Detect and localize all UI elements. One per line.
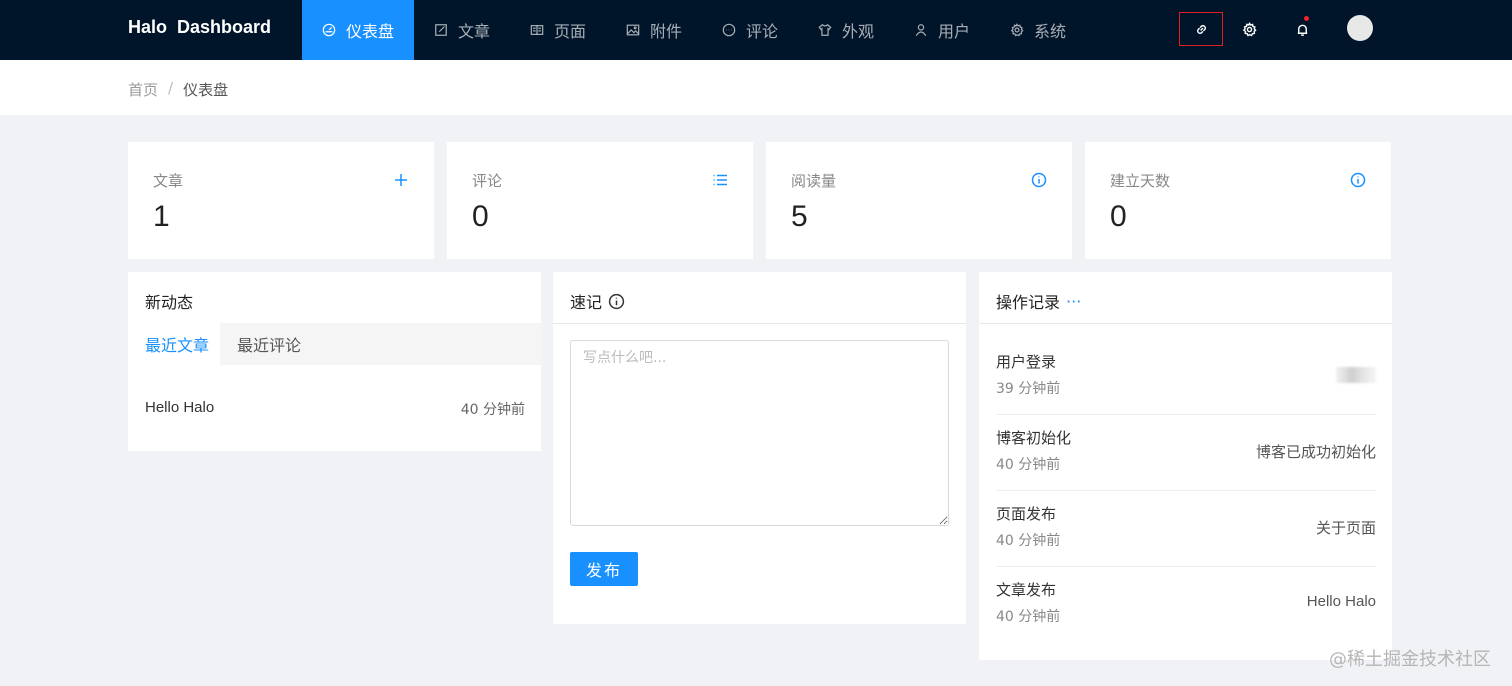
panel-title: 速记	[570, 289, 625, 313]
bell-icon	[1297, 24, 1307, 36]
memo-title: 速记	[570, 293, 603, 312]
memo-panel: 速记 发布	[553, 272, 966, 624]
main-nav: 仪表盘 文章 页面 附件 评论 外观 用户 系统	[302, 0, 1086, 60]
log-item: 页面发布 40 分钟前 关于页面	[996, 491, 1376, 567]
log-time: 40 分钟前	[996, 533, 1061, 549]
breadcrumb-home[interactable]: 首页	[128, 79, 158, 100]
nav-item-attachments[interactable]: 附件	[606, 0, 702, 60]
log-target: 博客已成功初始化	[1255, 444, 1376, 461]
nav-item-appearance[interactable]: 外观	[798, 0, 894, 60]
plus-icon[interactable]	[393, 172, 409, 188]
nav-label: 文章	[457, 22, 490, 41]
nav-label: 附件	[649, 22, 682, 41]
nav-label: 外观	[841, 22, 874, 41]
tab-recent-posts[interactable]: 最近文章	[128, 323, 220, 365]
nav-label: 评论	[745, 22, 778, 41]
stat-label: 文章	[153, 172, 184, 190]
log-time: 40 分钟前	[996, 457, 1061, 473]
activity-tabs: 最近文章 最近评论	[128, 323, 541, 365]
watermark: @稀土掘金技术社区	[1329, 649, 1491, 670]
dashboard-icon	[322, 23, 336, 37]
skin-icon	[818, 23, 832, 36]
settings-button[interactable]	[1227, 12, 1271, 46]
unordered-list-icon[interactable]	[712, 172, 728, 188]
stat-card-comments: 评论 0	[447, 142, 753, 259]
top-navbar: Halo Dashboard 仪表盘 文章 页面 附件 评论 外观 用户 系统	[0, 0, 1512, 60]
stat-label: 评论	[472, 172, 503, 190]
log-item: 博客初始化 40 分钟前 博客已成功初始化	[996, 415, 1376, 491]
divider	[553, 323, 966, 324]
user-icon	[915, 24, 927, 37]
message-icon	[722, 23, 736, 37]
log-action: 博客初始化	[996, 429, 1072, 447]
nav-item-posts[interactable]: 文章	[414, 0, 510, 60]
read-icon	[530, 25, 544, 35]
breadcrumb-separator: /	[168, 79, 174, 97]
stat-card-posts: 文章 1	[128, 142, 434, 259]
notifications-button[interactable]	[1280, 12, 1324, 46]
stat-value: 1	[153, 200, 170, 233]
picture-icon	[626, 24, 640, 36]
notification-badge	[1303, 15, 1310, 22]
log-target: Hello Halo	[1306, 593, 1376, 610]
breadcrumb-bar: 首页 / 仪表盘	[0, 60, 1512, 115]
stat-label: 阅读量	[791, 172, 837, 190]
activity-panel: 新动态 最近文章 最近评论 Hello Halo 40 分钟前	[128, 272, 541, 451]
nav-item-users[interactable]: 用户	[894, 0, 990, 60]
redacted-content	[1336, 367, 1376, 383]
nav-item-pages[interactable]: 页面	[510, 0, 606, 60]
log-action: 文章发布	[996, 581, 1057, 599]
log-time: 40 分钟前	[996, 609, 1061, 625]
link-button[interactable]	[1179, 12, 1223, 46]
stat-card-days: 建立天数 0	[1085, 142, 1391, 259]
list-item[interactable]: Hello Halo 40 分钟前	[145, 399, 525, 419]
more-icon[interactable]: ···	[1066, 292, 1081, 311]
divider	[979, 323, 1392, 324]
nav-item-comments[interactable]: 评论	[702, 0, 798, 60]
stat-value: 0	[472, 200, 489, 233]
stat-label: 建立天数	[1110, 172, 1171, 190]
panel-title: 操作记录 ···	[996, 289, 1081, 313]
log-item: 文章发布 40 分钟前 Hello Halo	[996, 567, 1376, 643]
log-action: 用户登录	[996, 353, 1057, 371]
log-time: 39 分钟前	[996, 381, 1061, 397]
post-time: 40 分钟前	[460, 402, 525, 418]
panel-title: 新动态	[145, 293, 194, 312]
gear-icon	[1242, 21, 1257, 36]
brand-title[interactable]: Halo Dashboard	[128, 17, 271, 38]
edit-icon	[435, 24, 447, 36]
memo-input[interactable]	[570, 340, 949, 526]
info-circle-icon[interactable]	[1031, 172, 1047, 188]
info-circle-icon[interactable]	[608, 293, 625, 310]
operation-log-panel: 操作记录 ··· 用户登录 39 分钟前 博客初始化 40 分钟前 博客已成功初…	[979, 272, 1392, 660]
breadcrumb: 首页 / 仪表盘	[128, 79, 228, 100]
nav-label: 系统	[1033, 22, 1066, 41]
log-target: 关于页面	[1315, 520, 1376, 537]
stat-card-views: 阅读量 5	[766, 142, 1072, 259]
post-title[interactable]: Hello Halo	[145, 399, 214, 419]
info-circle-icon[interactable]	[1350, 172, 1366, 188]
nav-label: 页面	[553, 22, 586, 41]
log-action: 页面发布	[996, 505, 1057, 523]
setting-icon	[1010, 23, 1024, 37]
breadcrumb-current: 仪表盘	[183, 81, 229, 99]
nav-label: 用户	[937, 22, 970, 41]
stat-value: 5	[791, 200, 808, 233]
avatar[interactable]	[1347, 15, 1373, 41]
log-title: 操作记录	[996, 293, 1061, 312]
nav-item-dashboard[interactable]: 仪表盘	[302, 0, 414, 60]
tab-recent-comments[interactable]: 最近评论	[220, 323, 541, 365]
stat-value: 0	[1110, 200, 1127, 233]
nav-item-system[interactable]: 系统	[990, 0, 1086, 60]
nav-label: 仪表盘	[345, 22, 394, 41]
log-item: 用户登录 39 分钟前	[996, 339, 1376, 415]
link-icon	[1196, 24, 1206, 34]
publish-button[interactable]: 发布	[570, 552, 638, 586]
